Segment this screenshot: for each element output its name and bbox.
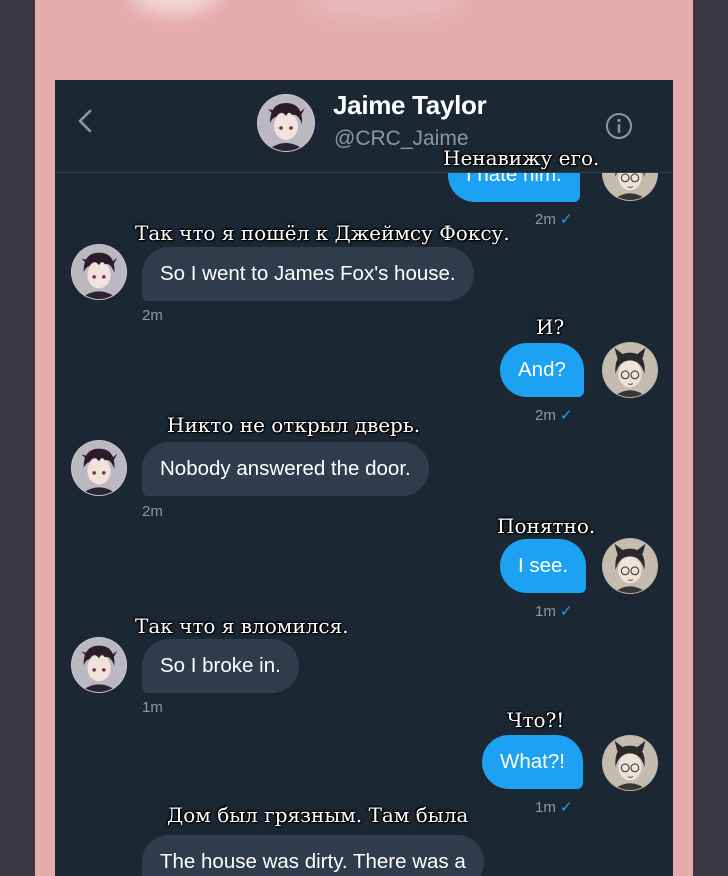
message-bubble-outgoing[interactable]: I see. <box>500 539 587 593</box>
translation-caption: И? <box>536 315 565 339</box>
user-avatar[interactable] <box>601 537 659 595</box>
message-bubble-incoming[interactable]: So I went to James Fox's house. <box>142 247 474 301</box>
checkmark-icon: ✓ <box>559 603 573 620</box>
info-icon[interactable] <box>605 112 633 140</box>
checkmark-icon: ✓ <box>559 407 573 424</box>
blurred-decoration <box>305 0 465 20</box>
dm-conversation-screen: Jaime Taylor @CRC_Jaime I hate him. 2m ✓ … <box>55 80 673 876</box>
message-meta: 1m ✓ <box>535 602 572 620</box>
translation-caption: Ненавижу его. <box>443 146 600 170</box>
message-bubble-outgoing[interactable]: What?! <box>482 735 583 789</box>
translation-caption: Так что я вломился. <box>135 614 349 638</box>
timestamp: 2m <box>142 307 163 324</box>
contact-avatar[interactable] <box>70 439 128 497</box>
user-avatar[interactable] <box>601 734 659 792</box>
timestamp: 1m <box>142 699 163 716</box>
contact-avatar[interactable] <box>70 636 128 694</box>
checkmark-icon: ✓ <box>559 211 573 228</box>
message-bubble-incoming[interactable]: Nobody answered the door. <box>142 442 429 496</box>
contact-avatar[interactable] <box>256 93 316 153</box>
checkmark-icon: ✓ <box>559 799 573 816</box>
contact-avatar[interactable] <box>70 243 128 301</box>
chevron-left-icon[interactable] <box>75 108 97 134</box>
timestamp: 2m <box>142 503 163 520</box>
blurred-decoration <box>130 0 220 15</box>
user-avatar[interactable] <box>601 341 659 399</box>
translation-caption: Дом был грязным. Там была <box>167 803 469 827</box>
message-bubble-outgoing[interactable]: And? <box>500 343 584 397</box>
translation-caption: Что?! <box>507 708 565 732</box>
timestamp: 1m <box>535 799 556 816</box>
translation-caption: Понятно. <box>497 514 596 538</box>
translation-caption: Никто не открыл дверь. <box>167 413 421 437</box>
timestamp: 2m <box>535 407 556 424</box>
message-bubble-incoming[interactable]: So I broke in. <box>142 639 299 693</box>
message-meta: 2m ✓ <box>535 406 572 424</box>
contact-name[interactable]: Jaime Taylor <box>333 90 487 121</box>
message-meta: 1m ✓ <box>535 798 572 816</box>
message-bubble-incoming[interactable]: The house was dirty. There was a <box>142 835 484 876</box>
message-meta: 2m ✓ <box>535 210 572 228</box>
timestamp: 1m <box>535 603 556 620</box>
translation-caption: Так что я пошёл к Джеймсу Фоксу. <box>135 221 510 245</box>
timestamp: 2m <box>535 211 556 228</box>
